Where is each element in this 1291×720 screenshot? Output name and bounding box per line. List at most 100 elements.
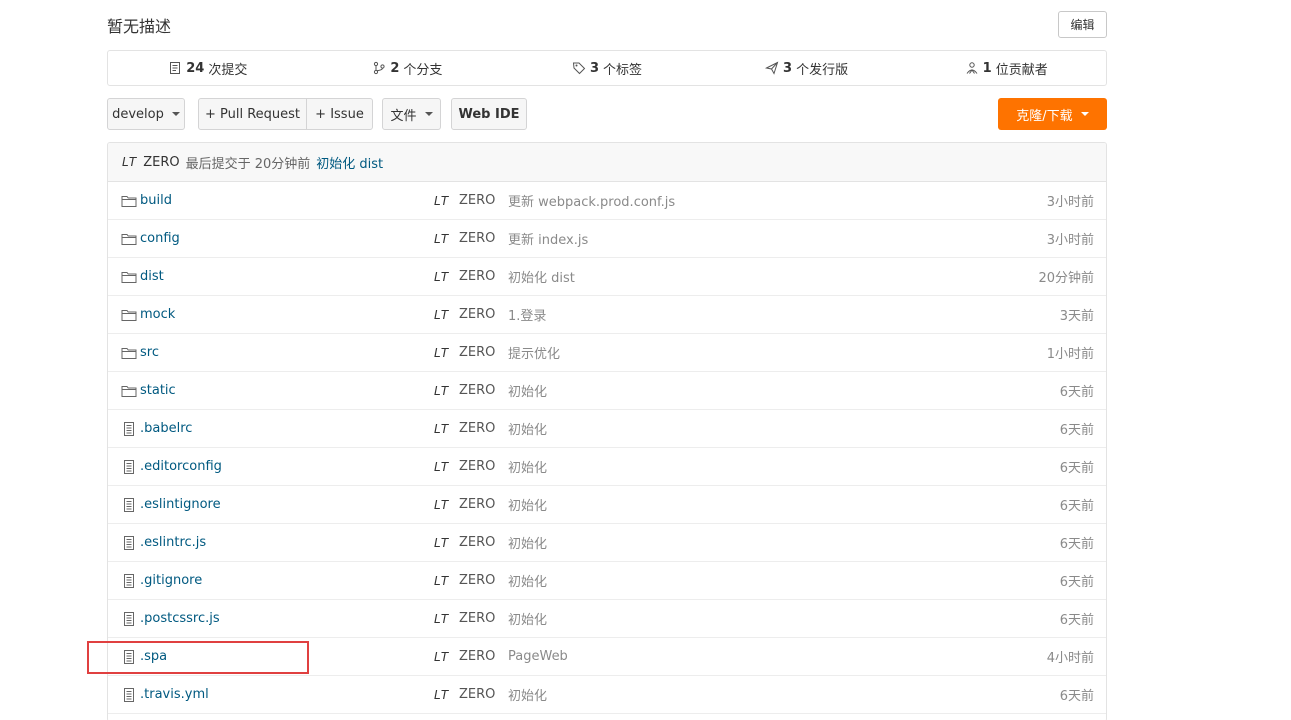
file-name-link[interactable]: mock (140, 307, 175, 322)
commit-author[interactable]: ZERO (459, 649, 495, 664)
commit-author[interactable]: ZERO (459, 231, 495, 246)
commit-author[interactable]: ZERO (459, 193, 495, 208)
commit-message-link[interactable]: 初始化 dist (508, 267, 575, 286)
commit-message-link[interactable]: 初始化 (508, 457, 547, 476)
file-row[interactable]: src LT ZERO 提示优化 1小时前 (108, 334, 1106, 372)
commit-time: 6天前 (1059, 423, 1094, 438)
file-name-link[interactable]: .eslintrc.js (140, 535, 206, 550)
file-row[interactable]: .eslintignore LT ZERO 初始化 6天前 (108, 486, 1106, 524)
commit-message-link[interactable]: 初始化 (508, 381, 547, 400)
file-name-link[interactable]: .gitignore (140, 573, 202, 588)
folder-icon (121, 232, 137, 246)
avatar[interactable]: LT (434, 422, 449, 436)
avatar[interactable]: LT (434, 346, 449, 360)
commit-message-link[interactable]: 初始化 (508, 609, 547, 628)
latest-commit-author[interactable]: ZERO (143, 155, 179, 170)
commit-author[interactable]: ZERO (459, 459, 495, 474)
file-row[interactable]: .babelrc LT ZERO 初始化 6天前 (108, 410, 1106, 448)
commit-author[interactable]: ZERO (459, 307, 495, 322)
folder-icon (121, 270, 137, 284)
latest-commit-message[interactable]: 初始化 dist (316, 153, 383, 172)
clone-download-label: 克隆/下载 (1016, 108, 1073, 124)
commit-author[interactable]: ZERO (459, 611, 495, 626)
file-name-link[interactable]: .spa (140, 649, 167, 664)
file-name-link[interactable]: .eslintignore (140, 497, 221, 512)
file-name-link[interactable]: static (140, 383, 176, 398)
avatar[interactable]: LT (434, 194, 449, 208)
commit-message-link[interactable]: 初始化 (508, 685, 547, 704)
commit-message-link[interactable]: 初始化 (508, 495, 547, 514)
file-name-link[interactable]: .babelrc (140, 421, 192, 436)
avatar[interactable]: LT (434, 574, 449, 588)
stat-count: 3 (589, 60, 599, 76)
branch-select[interactable]: develop (107, 98, 185, 130)
avatar[interactable]: LT (434, 498, 449, 512)
file-name-link[interactable]: dist (140, 269, 164, 284)
file-name-link[interactable]: .editorconfig (140, 459, 222, 474)
repo-description: 暂无描述 (107, 17, 172, 36)
file-row[interactable]: config LT ZERO 更新 index.js 3小时前 (108, 220, 1106, 258)
clone-download-button[interactable]: 克隆/下载 (998, 98, 1107, 130)
file-dropdown[interactable]: 文件 (382, 98, 441, 130)
file-name-link[interactable]: .postcssrc.js (140, 611, 220, 626)
avatar[interactable]: LT (434, 536, 449, 550)
commit-author[interactable]: ZERO (459, 497, 495, 512)
commit-author[interactable]: ZERO (459, 345, 495, 360)
avatar[interactable]: LT (434, 688, 449, 702)
avatar[interactable]: LT (434, 612, 449, 626)
commit-message-link[interactable]: 1.登录 (508, 305, 546, 324)
commit-message-link[interactable]: 初始化 (508, 419, 547, 438)
commit-message-link[interactable]: 更新 webpack.prod.conf.js (508, 191, 675, 210)
file-row[interactable]: dist LT ZERO 初始化 dist 20分钟前 (108, 258, 1106, 296)
stat-branches[interactable]: 2 个分支 (308, 59, 508, 78)
avatar[interactable]: LT (434, 308, 449, 322)
commit-message-link[interactable]: 更新 index.js (508, 229, 588, 248)
commit-author[interactable]: ZERO (459, 383, 495, 398)
branch-icon (374, 61, 385, 75)
latest-commit-bar: LT ZERO 最后提交于 20分钟前 初始化 dist (108, 143, 1106, 182)
issue-label: + Issue (315, 106, 364, 122)
issue-button[interactable]: + Issue (306, 98, 373, 130)
stat-commits[interactable]: 24 次提交 (108, 59, 308, 78)
avatar[interactable]: LT (434, 384, 449, 398)
file-row[interactable]: static LT ZERO 初始化 6天前 (108, 372, 1106, 410)
commit-message-link[interactable]: 初始化 (508, 533, 547, 552)
avatar[interactable]: LT (122, 155, 137, 169)
file-row[interactable]: .travis.yml LT ZERO 初始化 6天前 (108, 676, 1106, 714)
file-name-link[interactable]: .travis.yml (140, 687, 209, 702)
stat-tags[interactable]: 3 个标签 (507, 59, 707, 78)
commit-author[interactable]: ZERO (459, 535, 495, 550)
avatar[interactable]: LT (434, 460, 449, 474)
file-row[interactable]: build LT ZERO 更新 webpack.prod.conf.js 3小时前 (108, 182, 1106, 220)
file-name-link[interactable]: build (140, 193, 172, 208)
commit-author[interactable]: ZERO (459, 269, 495, 284)
file-row[interactable]: .gitignore LT ZERO 初始化 6天前 (108, 562, 1106, 600)
commit-author[interactable]: ZERO (459, 421, 495, 436)
web-ide-button[interactable]: Web IDE (451, 98, 527, 130)
commit-author[interactable]: ZERO (459, 573, 495, 588)
branch-select-label: develop (112, 106, 164, 122)
file-row[interactable]: mock LT ZERO 1.登录 3天前 (108, 296, 1106, 334)
commit-message-link[interactable]: 提示优化 (508, 343, 560, 362)
stat-contributors[interactable]: 1 位贡献者 (906, 59, 1106, 78)
commit-author[interactable]: ZERO (459, 687, 495, 702)
file-row[interactable]: .eslintrc.js LT ZERO 初始化 6天前 (108, 524, 1106, 562)
commit-message-link[interactable]: PageWeb (508, 649, 568, 664)
stat-label: 次提交 (208, 62, 248, 78)
file-row[interactable]: .editorconfig LT ZERO 初始化 6天前 (108, 448, 1106, 486)
file-icon (121, 422, 137, 436)
file-row[interactable]: .postcssrc.js LT ZERO 初始化 6天前 (108, 600, 1106, 638)
release-icon (765, 61, 779, 75)
commit-message-link[interactable]: 初始化 (508, 571, 547, 590)
file-name-link[interactable]: src (140, 345, 159, 360)
commit-time: 6天前 (1059, 499, 1094, 514)
avatar[interactable]: LT (434, 650, 449, 664)
file-row[interactable]: .spa LT ZERO PageWeb 4小时前 (108, 638, 1106, 676)
pull-request-button[interactable]: + Pull Request (198, 98, 307, 130)
stat-releases[interactable]: 3 个发行版 (707, 59, 907, 78)
edit-button[interactable]: 编辑 (1058, 11, 1107, 38)
file-name-link[interactable]: config (140, 231, 180, 246)
avatar[interactable]: LT (434, 270, 449, 284)
avatar[interactable]: LT (434, 232, 449, 246)
commit-time: 6天前 (1059, 385, 1094, 400)
